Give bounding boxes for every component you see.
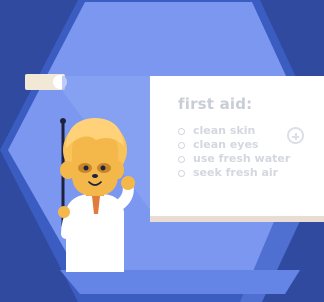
pointer-tip <box>60 118 66 124</box>
raised-hand <box>121 176 135 190</box>
nose <box>92 174 98 178</box>
illustration-scene: first aid: clean skin clean eyes use fre… <box>0 0 324 302</box>
lecturer-character <box>58 118 135 272</box>
eye <box>83 165 89 171</box>
pointer-hand <box>58 206 70 218</box>
face <box>72 130 118 196</box>
eye <box>100 165 106 171</box>
